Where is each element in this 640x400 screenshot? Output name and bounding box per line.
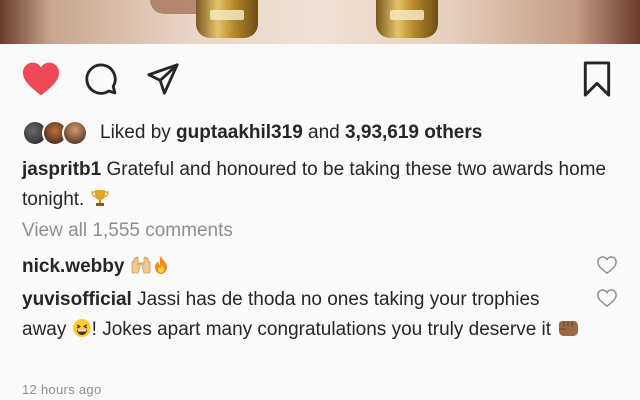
like-button[interactable]	[18, 56, 64, 102]
bookmark-icon	[583, 61, 611, 97]
post-caption: jaspritb1 Grateful and honoured to be ta…	[22, 155, 622, 218]
comment-heart-icon	[597, 289, 617, 308]
comment-item: nick.webby	[22, 252, 582, 285]
share-icon	[147, 63, 179, 95]
post-actions-bar	[0, 56, 640, 104]
likes-summary: Liked by guptaakhil319 and 3,93,619 othe…	[100, 122, 482, 144]
comment-text-continued: ! Jokes apart many congratulations you t…	[91, 319, 557, 340]
liker-avatars	[22, 118, 98, 148]
share-button[interactable]	[140, 56, 186, 102]
likes-prefix: Liked by	[100, 122, 177, 143]
fist-bump-icon	[556, 318, 580, 348]
likes-count[interactable]: 3,93,619 others	[345, 122, 482, 143]
comment-username[interactable]: nick.webby	[22, 256, 124, 277]
grinning-squinting-face-icon	[72, 318, 92, 348]
trophy-left	[196, 0, 258, 38]
trophy-icon	[90, 188, 110, 218]
post-image[interactable]	[0, 0, 640, 44]
comment-button[interactable]	[78, 56, 124, 102]
liker-username[interactable]: guptaakhil319	[176, 122, 303, 143]
caption-text: Grateful and honoured to be taking these…	[22, 159, 607, 210]
raising-hands-icon	[130, 255, 152, 285]
heart-filled-icon	[23, 62, 59, 96]
save-button[interactable]	[574, 56, 620, 102]
trophy-right	[376, 0, 438, 38]
comment-icon	[85, 63, 117, 95]
comment-item: yuvisofficial Jassi has de thoda no ones…	[22, 285, 582, 348]
comment-like-button[interactable]	[596, 255, 618, 275]
caption-username[interactable]: jaspritb1	[22, 159, 101, 180]
comment-like-button[interactable]	[596, 288, 618, 308]
likes-row: Liked by guptaakhil319 and 3,93,619 othe…	[22, 117, 482, 149]
avatar[interactable]	[62, 120, 88, 146]
post-timestamp: 12 hours ago	[22, 382, 102, 397]
comment-username[interactable]: yuvisofficial	[22, 289, 132, 310]
comment-heart-icon	[597, 256, 617, 275]
view-all-comments-link[interactable]: View all 1,555 comments	[22, 220, 233, 242]
fire-icon	[152, 255, 170, 285]
likes-conjunction: and	[302, 122, 346, 143]
